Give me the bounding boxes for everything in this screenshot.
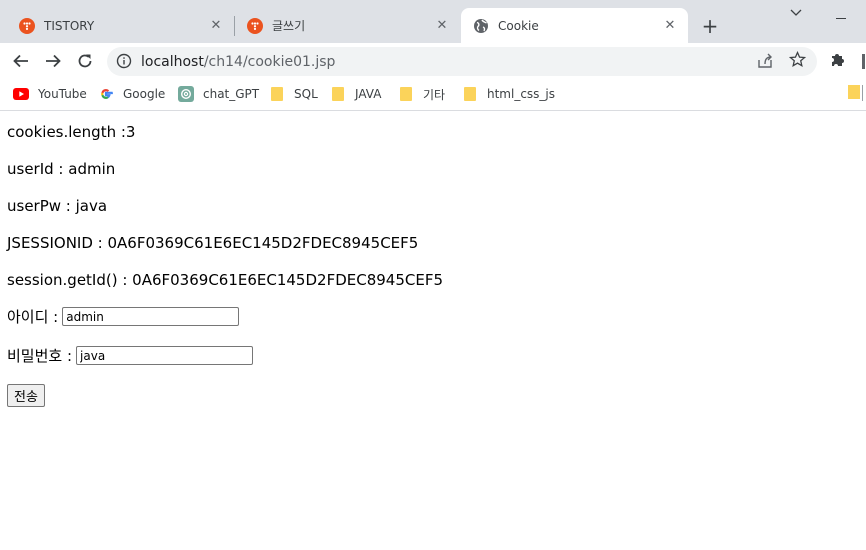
info-icon[interactable] [116,53,132,69]
chevron-down-icon [790,9,802,16]
tab-search-button[interactable] [790,6,802,22]
minimize-button[interactable] [836,9,848,25]
url-path: /ch14/cookie01.jsp [203,54,336,70]
pw-field-row: 비밀번호 : [7,345,254,366]
close-icon[interactable]: ✕ [432,18,452,33]
folder-icon [269,86,285,102]
bookmark-label: YouTube [38,87,87,101]
google-icon [98,86,114,102]
page-content: cookies.length :3 userId : admin userPw … [0,111,866,550]
cookies-length-text: cookies.length :3 [7,123,136,141]
tistory-icon [247,17,263,34]
pw-label: 비밀번호 : [7,347,73,365]
back-button[interactable] [9,49,33,73]
url-host: localhost [141,54,204,70]
bookmark-youtube[interactable]: YouTube [13,85,87,103]
bookmark-etc[interactable]: 기타 [398,85,445,103]
share-icon[interactable] [756,52,774,74]
browser-toolbar: localhost/ch14/cookie01.jsp [0,43,866,79]
bookmark-label: chat_GPT [203,87,260,101]
tab-title: Cookie [498,18,539,33]
bookmark-label: JAVA [355,87,382,101]
tistory-icon [19,17,35,34]
extensions-icon[interactable] [829,51,847,73]
reload-button[interactable] [73,49,97,73]
address-bar[interactable]: localhost/ch14/cookie01.jsp [107,47,817,76]
globe-icon [473,18,489,34]
folder-icon [398,86,414,102]
bookmark-java[interactable]: JAVA [330,85,381,103]
bookmarks-bar: YouTube Google chat_GPT SQL JAVA 기타 html… [0,79,866,111]
submit-button[interactable]: 전송 [7,384,45,407]
menu-icon[interactable] [862,54,865,69]
bookmark-label: Google [123,87,166,101]
user-pw-text: userPw : java [7,197,108,215]
pw-input[interactable] [76,346,254,365]
url-text[interactable]: localhost/ch14/cookie01.jsp [141,54,335,70]
bookmark-label: 기타 [423,87,446,102]
jsessionid-text: JSESSIONID : 0A6F0369C61E6EC145D2FDEC894… [7,234,419,252]
tab-strip: TISTORY ✕ 글쓰기 ✕ Cookie ✕ + [0,0,866,43]
tab-title: TISTORY [44,18,95,33]
folder-icon [330,86,346,102]
tab-title: 글쓰기 [272,19,306,33]
bookmark-google[interactable]: Google [98,85,165,103]
id-label: 아이디 : [7,308,59,326]
id-input[interactable] [62,307,240,326]
minimize-icon [836,18,846,19]
bookmark-html-css-js[interactable]: html_css_js [462,85,555,103]
user-id-text: userId : admin [7,160,116,178]
bookmark-sql[interactable]: SQL [269,85,318,103]
arrow-left-icon [13,54,28,68]
bookmark-chatgpt[interactable]: chat_GPT [178,85,259,103]
folder-icon[interactable] [848,85,860,99]
star-icon[interactable] [788,50,807,73]
session-id-text: session.getId() : 0A6F0369C61E6EC145D2FD… [7,271,443,289]
arrow-right-icon [46,54,61,68]
close-icon[interactable]: ✕ [660,18,680,33]
youtube-icon [13,86,29,102]
reload-icon [78,54,92,68]
tab-cookie[interactable]: Cookie ✕ [461,8,688,43]
forward-button[interactable] [41,49,65,73]
new-tab-button[interactable]: + [700,14,720,38]
bookmark-label: html_css_js [487,87,556,101]
close-icon[interactable]: ✕ [206,18,226,33]
id-field-row: 아이디 : [7,306,240,327]
chatgpt-icon [178,86,194,102]
folder-icon [462,86,478,102]
tab-write[interactable]: 글쓰기 ✕ [228,8,460,43]
bookmarks-divider [862,85,863,101]
bookmark-label: SQL [294,87,318,101]
tab-tistory[interactable]: TISTORY ✕ [0,8,234,43]
